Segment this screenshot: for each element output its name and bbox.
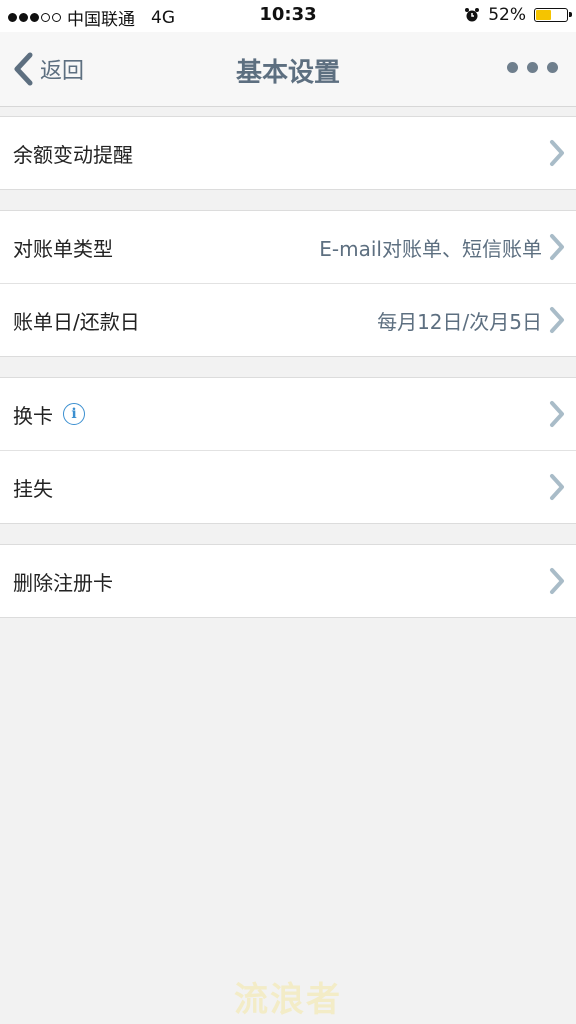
row-label: 挂失	[13, 476, 53, 501]
row-label: 账单日/还款日	[13, 309, 140, 334]
setting-row-replace-card[interactable]: 换卡 i	[0, 378, 576, 450]
row-label: 删除注册卡	[13, 570, 113, 595]
chevron-right-icon	[550, 234, 564, 260]
chevron-right-icon	[550, 307, 564, 333]
setting-row-billing-date[interactable]: 账单日/还款日 每月12日/次月5日	[0, 283, 576, 356]
status-right: 52%	[464, 5, 572, 25]
settings-group-statement: 对账单类型 E-mail对账单、短信账单 账单日/还款日 每月12日/次月5日	[0, 210, 576, 357]
battery-icon	[534, 8, 572, 22]
alarm-icon	[465, 8, 480, 22]
row-label: 换卡	[13, 403, 53, 428]
chevron-right-icon	[550, 140, 564, 166]
settings-group-card: 换卡 i 挂失	[0, 377, 576, 524]
info-icon[interactable]: i	[63, 403, 85, 425]
row-label-wrap: 换卡 i	[13, 400, 85, 429]
row-value: E-mail对账单、短信账单	[319, 236, 542, 261]
settings-group-balance: 余额变动提醒	[0, 116, 576, 190]
settings-group-delete: 删除注册卡	[0, 544, 576, 618]
watermark: 流浪者	[234, 980, 342, 1020]
page-title: 基本设置	[235, 58, 340, 88]
chevron-right-icon	[550, 401, 564, 427]
setting-row-report-loss[interactable]: 挂失	[0, 450, 576, 523]
row-label: 对账单类型	[13, 236, 113, 261]
row-value: 每月12日/次月5日	[377, 309, 542, 334]
more-dot-icon	[527, 62, 538, 73]
chevron-right-icon	[550, 474, 564, 500]
more-options-button[interactable]	[507, 62, 558, 73]
setting-row-statement-type[interactable]: 对账单类型 E-mail对账单、短信账单	[0, 211, 576, 283]
nav-bar: 返回 基本设置	[0, 32, 576, 107]
more-dot-icon	[547, 62, 558, 73]
more-dot-icon	[507, 62, 518, 73]
setting-row-delete-card[interactable]: 删除注册卡	[0, 545, 576, 617]
status-bar: 中国联通 4G 10:33 52%	[0, 0, 576, 32]
battery-fill	[536, 10, 552, 20]
battery-percent: 52%	[488, 5, 526, 25]
setting-row-balance-alert[interactable]: 余额变动提醒	[0, 117, 576, 189]
chevron-right-icon	[550, 568, 564, 594]
row-label: 余额变动提醒	[13, 142, 133, 167]
